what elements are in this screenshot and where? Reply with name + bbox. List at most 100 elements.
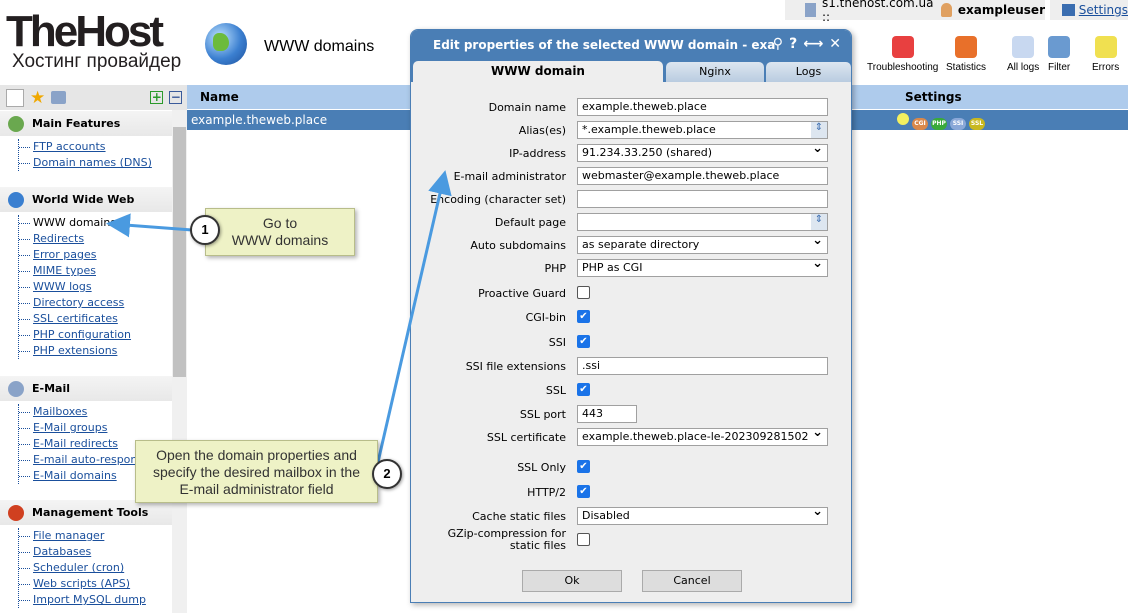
favorites-star-icon[interactable]: ★ xyxy=(30,88,45,108)
sidebar-section-e-mail[interactable]: E-Mail xyxy=(0,376,172,401)
sidebar-link[interactable]: Redirects xyxy=(33,232,84,245)
sidebar-link[interactable]: SSL certificates xyxy=(33,312,118,325)
scrollbar-thumb[interactable] xyxy=(173,127,186,377)
http-2-checkbox[interactable]: ✔ xyxy=(577,485,590,498)
column-settings[interactable]: Settings xyxy=(905,90,962,104)
sidebar-link[interactable]: MIME types xyxy=(33,264,96,277)
sidebar-item[interactable]: PHP extensions xyxy=(19,343,169,359)
dialog-title: Edit properties of the selected WWW doma… xyxy=(433,38,776,52)
list-view-icon[interactable] xyxy=(6,88,24,107)
help-icon[interactable]: ? xyxy=(789,36,797,52)
username: exampleuser xyxy=(957,3,1045,17)
sidebar-link[interactable]: WWW domains xyxy=(33,216,116,229)
domain-name-cell: example.theweb.place xyxy=(191,113,328,127)
sidebar-item[interactable]: Domain names (DNS) xyxy=(19,155,169,171)
sidebar-section-main-features[interactable]: Main Features xyxy=(0,111,172,136)
sidebar-section-management-tools[interactable]: Management Tools xyxy=(0,500,172,525)
expand-all-icon[interactable]: + xyxy=(150,91,164,104)
ssl-port-field[interactable]: 443 xyxy=(577,405,637,423)
tab-logs[interactable]: Logs xyxy=(766,62,851,82)
encoding-character-set-field[interactable] xyxy=(577,190,828,208)
sidebar-item[interactable]: WWW logs xyxy=(19,279,169,295)
cache-static-files-select[interactable]: Disabled xyxy=(577,507,828,525)
ssl-only-checkbox[interactable]: ✔ xyxy=(577,460,590,473)
cgi-bin-checkbox[interactable]: ✔ xyxy=(577,310,590,323)
cancel-button[interactable]: Cancel xyxy=(642,570,742,592)
sidebar-link[interactable]: E-Mail domains xyxy=(33,469,117,482)
world-wide-web-icon xyxy=(8,191,24,208)
sidebar-link[interactable]: Databases xyxy=(33,545,91,558)
sidebar-item[interactable]: Error pages xyxy=(19,247,169,263)
sidebar-item[interactable]: Scheduler (cron) xyxy=(19,560,169,576)
settings-link[interactable]: Settings xyxy=(1050,0,1128,20)
collapse-all-icon[interactable]: − xyxy=(169,91,183,104)
close-icon[interactable]: ✕ xyxy=(829,36,841,52)
sidebar-link[interactable]: Import MySQL dump xyxy=(33,593,146,606)
toolbar-filter-button[interactable]: Filter xyxy=(1048,36,1070,73)
callout-2: Open the domain properties and specify t… xyxy=(135,440,378,503)
pin-icon[interactable]: ⚲ xyxy=(773,36,783,52)
sidebar-item[interactable]: MIME types xyxy=(19,263,169,279)
sidebar-item[interactable]: File manager xyxy=(19,528,169,544)
sidebar-item[interactable]: Import MySQL dump xyxy=(19,592,169,608)
gzip-compression-for-static-files-checkbox[interactable] xyxy=(577,533,590,546)
settings-link-text[interactable]: Settings xyxy=(1079,3,1128,17)
form-row: Proactive Guard xyxy=(411,284,851,304)
sidebar-link[interactable]: WWW logs xyxy=(33,280,92,293)
auto-subdomains-select[interactable]: as separate directory xyxy=(577,236,828,254)
sidebar-scrollbar[interactable] xyxy=(172,110,187,613)
php-select[interactable]: PHP as CGI xyxy=(577,259,828,277)
sidebar-item[interactable]: Databases xyxy=(19,544,169,560)
sidebar-link[interactable]: Domain names (DNS) xyxy=(33,156,152,169)
column-name[interactable]: Name xyxy=(200,90,239,104)
ssl-checkbox[interactable]: ✔ xyxy=(577,383,590,396)
warning-icon xyxy=(1094,36,1117,58)
alias-es-field[interactable]: *.example.theweb.place xyxy=(577,121,828,139)
sidebar-link[interactable]: PHP extensions xyxy=(33,344,117,357)
tab-www-domain[interactable]: WWW domain xyxy=(413,61,663,82)
sidebar-link[interactable]: Scheduler (cron) xyxy=(33,561,124,574)
tab-nginx[interactable]: Nginx xyxy=(666,62,764,82)
sidebar-toolbar: ★ + − xyxy=(0,85,187,110)
encoding-character-set-label: Encoding (character set) xyxy=(430,193,566,206)
sidebar-link[interactable]: Mailboxes xyxy=(33,405,87,418)
ssl-certificate-select[interactable]: example.theweb.place-le-202309281502 xyxy=(577,428,828,446)
sidebar-item[interactable]: WWW domains xyxy=(19,215,169,231)
sidebar-item[interactable]: E-Mail groups xyxy=(19,420,169,436)
sidebar-item[interactable]: Mailboxes xyxy=(19,404,169,420)
sidebar-link[interactable]: Error pages xyxy=(33,248,97,261)
sidebar-link[interactable]: Web scripts (APS) xyxy=(33,577,130,590)
ssi-file-extensions-field[interactable]: .ssi xyxy=(577,357,828,375)
sidebar-link[interactable]: PHP configuration xyxy=(33,328,131,341)
sidebar-item[interactable]: Redirects xyxy=(19,231,169,247)
dialog-title-bar[interactable]: Edit properties of the selected WWW doma… xyxy=(411,30,851,60)
sidebar-item[interactable]: Directory access xyxy=(19,295,169,311)
toolbar-troubleshooting-button[interactable]: Troubleshooting xyxy=(867,36,938,73)
maximize-icon[interactable]: ⟷ xyxy=(803,36,823,52)
form-row: SSI ✔ xyxy=(411,333,851,353)
briefcase-icon[interactable] xyxy=(51,91,67,104)
domain-name-field[interactable]: example.theweb.place xyxy=(577,98,828,116)
ip-address-select[interactable]: 91.234.33.250 (shared) xyxy=(577,144,828,162)
sidebar-link[interactable]: E-Mail groups xyxy=(33,421,107,434)
sidebar-link[interactable]: FTP accounts xyxy=(33,140,106,153)
e-mail-administrator-field[interactable]: webmaster@example.theweb.place xyxy=(577,167,828,185)
sidebar-link[interactable]: Directory access xyxy=(33,296,124,309)
proactive-guard-checkbox[interactable] xyxy=(577,286,590,299)
ok-button[interactable]: Ok xyxy=(522,570,622,592)
settings-cell: CGI PHP SSI SSL xyxy=(897,113,988,130)
sidebar-link[interactable]: E-Mail redirects xyxy=(33,437,118,450)
sidebar-item[interactable]: PHP configuration xyxy=(19,327,169,343)
sidebar-link[interactable]: File manager xyxy=(33,529,104,542)
sidebar-item[interactable]: FTP accounts xyxy=(19,139,169,155)
toolbar-all-logs-button[interactable]: All logs xyxy=(1007,36,1039,73)
sidebar-item[interactable]: Web scripts (APS) xyxy=(19,576,169,592)
first-aid-icon xyxy=(891,36,914,58)
pie-chart-icon xyxy=(955,36,977,58)
toolbar-errors-button[interactable]: Errors xyxy=(1092,36,1119,73)
default-page-field[interactable] xyxy=(577,213,828,231)
ssi-checkbox[interactable]: ✔ xyxy=(577,335,590,348)
sidebar-section-world-wide-web[interactable]: World Wide Web xyxy=(0,187,172,212)
toolbar-statistics-button[interactable]: Statistics xyxy=(946,36,986,73)
sidebar-item[interactable]: SSL certificates xyxy=(19,311,169,327)
